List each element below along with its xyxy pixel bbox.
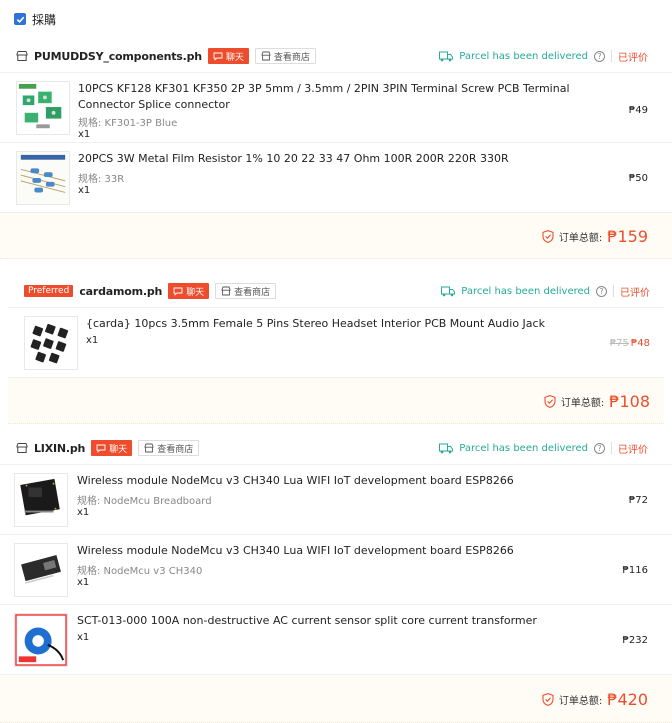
help-icon[interactable]: ? xyxy=(596,285,607,297)
store-label: 查看商店 xyxy=(157,444,194,455)
order-card: LIXIN.ph 聊天 查看商店 Parcel has been deliver… xyxy=(0,431,672,723)
divider xyxy=(613,285,614,297)
order-total-bar: 订单总额: ₱420 xyxy=(0,675,672,723)
preferred-badge: Preferred xyxy=(24,285,74,297)
product-title[interactable]: SCT-013-000 100A non-destructive AC curr… xyxy=(77,613,597,629)
shop-header: LIXIN.ph 聊天 查看商店 Parcel has been deliver… xyxy=(0,431,672,465)
chat-icon xyxy=(96,444,106,453)
product-image[interactable] xyxy=(16,151,70,205)
store-icon xyxy=(16,443,28,453)
select-all-row[interactable]: 採購 xyxy=(14,10,56,28)
product-quantity: x1 xyxy=(78,129,91,140)
help-icon[interactable]: ? xyxy=(594,442,605,454)
sale-price: ₱48 xyxy=(630,338,650,349)
delivery-status: Parcel has been delivered xyxy=(461,285,590,297)
order-item[interactable]: {carda} 10pcs 3.5mm Female 5 Pins Stereo… xyxy=(8,308,664,378)
product-price: ₱75 ₱48 xyxy=(610,338,650,349)
shop-name[interactable]: PUMUDDSY_components.ph xyxy=(34,50,202,63)
order-item[interactable]: Wireless module NodeMcu v3 CH340 Lua WIF… xyxy=(0,535,672,605)
store-icon xyxy=(144,443,154,453)
chat-icon xyxy=(213,52,223,61)
product-quantity: x1 xyxy=(86,335,99,346)
divider xyxy=(611,50,612,62)
divider xyxy=(611,442,612,454)
product-title[interactable]: 10PCS KF128 KF301 KF350 2P 3P 5mm / 3.5m… xyxy=(78,81,598,113)
order-item[interactable]: SCT-013-000 100A non-destructive AC curr… xyxy=(0,605,672,675)
product-price: ₱49 xyxy=(628,105,648,116)
product-price: ₱72 xyxy=(628,495,648,506)
store-label: 查看商店 xyxy=(234,287,271,298)
order-total-label: 订单总额: xyxy=(560,397,605,409)
view-store-button[interactable]: 查看商店 xyxy=(138,440,200,456)
product-price: ₱232 xyxy=(622,635,648,646)
chat-label: 聊天 xyxy=(186,287,205,298)
truck-icon xyxy=(439,51,454,62)
delivery-status: Parcel has been delivered xyxy=(459,442,588,454)
chat-button[interactable]: 聊天 xyxy=(91,440,133,456)
shop-header: PUMUDDSY_components.ph 聊天 查看商店 Parcel ha… xyxy=(0,39,672,73)
product-title[interactable]: Wireless module NodeMcu v3 CH340 Lua WIF… xyxy=(77,473,597,489)
truck-icon xyxy=(441,286,456,297)
order-total-bar: 订单总额: ₱108 xyxy=(8,378,664,424)
help-icon[interactable]: ? xyxy=(594,50,605,62)
product-image[interactable] xyxy=(14,613,68,667)
rated-link[interactable]: 已评价 xyxy=(618,49,648,64)
store-label: 查看商店 xyxy=(273,52,310,63)
product-variant: 规格: KF301-3P Blue xyxy=(78,118,178,129)
product-image[interactable] xyxy=(24,316,78,370)
store-icon xyxy=(16,51,28,61)
product-image[interactable] xyxy=(14,543,68,597)
order-total-amount: ₱159 xyxy=(607,226,648,246)
product-title[interactable]: {carda} 10pcs 3.5mm Female 5 Pins Stereo… xyxy=(86,316,566,332)
shield-icon xyxy=(544,394,556,408)
chat-label: 聊天 xyxy=(225,52,244,63)
product-quantity: x1 xyxy=(78,185,91,196)
order-card: PUMUDDSY_components.ph 聊天 查看商店 Parcel ha… xyxy=(0,39,672,259)
chat-icon xyxy=(173,287,183,296)
product-price: ₱116 xyxy=(622,565,648,576)
select-all-label: 採購 xyxy=(32,12,57,27)
order-total-amount: ₱108 xyxy=(609,391,650,411)
shop-name[interactable]: LIXIN.ph xyxy=(34,442,85,455)
order-item[interactable]: Wireless module NodeMcu v3 CH340 Lua WIF… xyxy=(0,465,672,535)
order-item[interactable]: 20PCS 3W Metal Film Resistor 1% 10 20 22… xyxy=(0,143,672,213)
store-icon xyxy=(221,286,231,296)
product-variant: 规格: NodeMcu Breadboard xyxy=(77,496,212,507)
chat-button[interactable]: 聊天 xyxy=(168,283,210,299)
product-price: ₱50 xyxy=(628,173,648,184)
original-price: ₱75 xyxy=(609,338,629,349)
order-card: Preferred cardamom.ph 聊天 查看商店 Parcel has… xyxy=(8,274,664,424)
view-store-button[interactable]: 查看商店 xyxy=(254,48,316,64)
product-variant: 规格: NodeMcu v3 CH340 xyxy=(77,566,203,577)
truck-icon xyxy=(439,443,454,454)
product-variant: 规格: 33R xyxy=(78,174,125,185)
order-total-bar: 订单总额: ₱159 xyxy=(0,213,672,259)
shop-header: Preferred cardamom.ph 聊天 查看商店 Parcel has… xyxy=(8,274,664,308)
chat-button[interactable]: 聊天 xyxy=(207,48,249,64)
shop-name[interactable]: cardamom.ph xyxy=(79,285,162,298)
order-item[interactable]: 10PCS KF128 KF301 KF350 2P 3P 5mm / 3.5m… xyxy=(0,73,672,143)
view-store-button[interactable]: 查看商店 xyxy=(215,283,277,299)
shield-icon xyxy=(542,692,554,706)
chat-label: 聊天 xyxy=(109,444,128,455)
rated-link[interactable]: 已评价 xyxy=(620,284,650,299)
product-image[interactable] xyxy=(16,81,70,135)
rated-link[interactable]: 已评价 xyxy=(618,441,648,456)
order-total-amount: ₱420 xyxy=(607,689,648,709)
product-quantity: x1 xyxy=(77,577,90,588)
product-title[interactable]: Wireless module NodeMcu v3 CH340 Lua WIF… xyxy=(77,543,597,559)
product-quantity: x1 xyxy=(77,632,90,643)
order-total-label: 订单总额: xyxy=(558,695,603,707)
order-total-label: 订单总额: xyxy=(558,232,603,244)
store-icon xyxy=(261,51,271,61)
product-title[interactable]: 20PCS 3W Metal Film Resistor 1% 10 20 22… xyxy=(78,151,598,167)
shield-icon xyxy=(542,229,554,243)
select-all-checkbox[interactable] xyxy=(14,13,26,25)
product-quantity: x1 xyxy=(77,507,90,518)
delivery-status: Parcel has been delivered xyxy=(459,50,588,62)
product-image[interactable] xyxy=(14,473,68,527)
